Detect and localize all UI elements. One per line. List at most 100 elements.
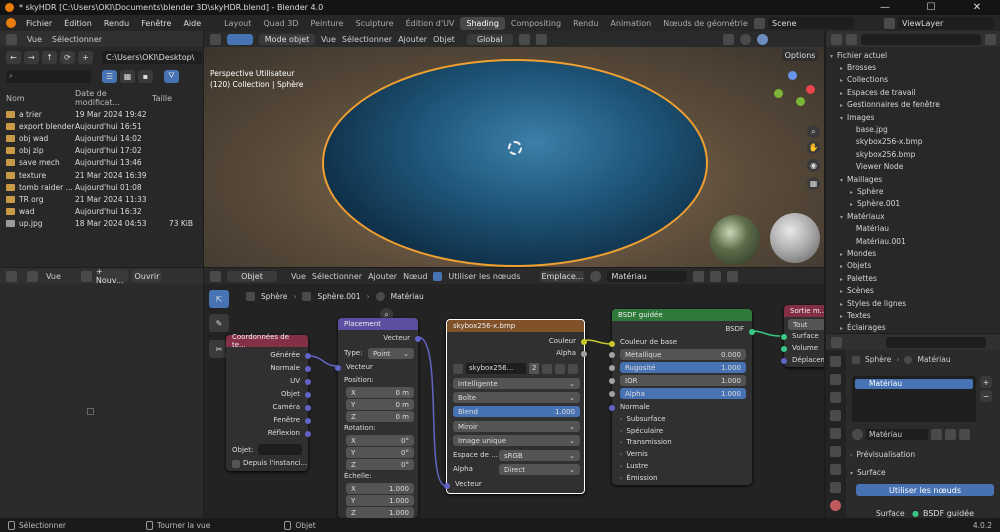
scene-tab-icon[interactable] <box>830 410 841 421</box>
file-row[interactable]: tomb raider ... Aujourd'hui 01:08 <box>0 181 203 193</box>
outliner-root[interactable]: ▾ Fichier actuel <box>830 51 887 60</box>
zoom-icon[interactable]: ⌕ <box>807 125 820 138</box>
new-image-button[interactable]: + Nouv... <box>95 267 128 285</box>
col-name[interactable]: Nom <box>6 94 75 103</box>
tab-animation[interactable]: Animation <box>604 17 657 30</box>
menu-edit[interactable]: Édition <box>64 19 92 28</box>
close-button[interactable]: ✕ <box>954 2 1000 13</box>
bsdf-input-socket[interactable] <box>609 352 615 358</box>
tc-from-instancer-checkbox[interactable] <box>232 460 240 468</box>
shading-solid-icon[interactable] <box>739 33 751 45</box>
outliner-item[interactable]: ▸ Brosses <box>840 63 876 72</box>
vp-menu-add[interactable]: Ajouter <box>398 35 427 44</box>
map-rot-z[interactable]: Z 0° <box>346 459 414 470</box>
display-list-button[interactable]: ☰ <box>102 69 117 83</box>
tab-sculpt[interactable]: Sculpture <box>349 17 399 30</box>
ie-menu-view[interactable]: Vue <box>46 272 61 281</box>
bsdf-field[interactable]: Alpha 1.000 <box>620 388 746 399</box>
bsdf-field[interactable]: Rugosité 1.000 <box>620 362 746 373</box>
bsdf-field[interactable]: IOR 1.000 <box>620 375 746 386</box>
file-row[interactable]: TR org 21 Mar 2024 11:33 <box>0 193 203 205</box>
node-principled-bsdf[interactable]: BSDF guidée BSDF Couleur de base Métalli… <box>609 309 755 485</box>
output-tab-icon[interactable] <box>830 392 841 403</box>
scene-icon[interactable] <box>754 17 765 29</box>
bsdf-subpanel[interactable]: › Subsurface <box>620 415 666 423</box>
outliner-search-field[interactable] <box>861 33 981 45</box>
path-field[interactable]: C:\Users\OKI\Desktop\ <box>102 50 202 64</box>
img-projection[interactable]: Boîte ⌄ <box>453 392 580 403</box>
outliner-item[interactable]: base.jpg <box>850 125 888 134</box>
outliner-item[interactable]: ▸ Collections <box>840 75 888 84</box>
outliner-item[interactable]: ▸ Gestionnaires de fenêtre <box>840 100 940 109</box>
select-mode-button[interactable] <box>227 33 253 45</box>
fb-menu-view[interactable]: Vue <box>27 35 42 44</box>
outliner-item[interactable]: ▸ Sphère <box>850 187 883 196</box>
editor-type-icon[interactable] <box>210 33 221 45</box>
fb-menu-select[interactable]: Sélectionner <box>52 35 102 44</box>
add-slot-button[interactable]: + <box>980 376 992 388</box>
menu-render[interactable]: Rendu <box>104 19 129 28</box>
refresh-button[interactable]: ⟳ <box>60 50 75 64</box>
tab-rendering[interactable]: Rendu <box>567 17 604 30</box>
options-button[interactable]: Options <box>782 49 818 61</box>
img-users-count[interactable]: 2 <box>529 363 540 374</box>
outliner-item[interactable]: ▾ Matériaux <box>840 212 885 221</box>
camera-icon[interactable]: ◉ <box>807 159 820 172</box>
node-editor[interactable]: Objet Vue Sélectionner Ajouter Nœud Util… <box>204 268 824 518</box>
outliner-item[interactable]: ▸ Textes <box>840 311 871 320</box>
file-row[interactable]: obj zip Aujourd'hui 17:02 <box>0 145 203 157</box>
scene-field[interactable]: Scene <box>768 17 854 29</box>
panel-preview[interactable]: › Prévisualisation <box>850 450 915 459</box>
tab-shading[interactable]: Shading <box>460 16 505 30</box>
img-image-field[interactable]: skybox256... <box>466 363 526 374</box>
editor-type-icon[interactable] <box>831 336 842 348</box>
menu-help[interactable]: Aide <box>183 19 201 28</box>
open-folder-icon[interactable] <box>555 363 566 374</box>
tool-tab-icon[interactable] <box>830 356 841 367</box>
tab-compositing[interactable]: Compositing <box>505 17 567 30</box>
output-target-dropdown[interactable]: Tout <box>788 319 824 330</box>
map-scale-z[interactable]: Z 1.000 <box>346 507 414 518</box>
unlink-icon[interactable] <box>568 363 579 374</box>
tab-geonodes[interactable]: Nœuds de géométrie <box>657 17 754 30</box>
viewlayer-icon[interactable] <box>884 17 895 29</box>
node-texture-coordinate[interactable]: Coordonnées de te... Générée Normale UV … <box>226 333 311 471</box>
outliner-item[interactable]: ▾ Images <box>840 113 874 122</box>
viewlayer-field[interactable]: ViewLayer <box>898 17 994 29</box>
vp-menu-select[interactable]: Sélectionner <box>342 35 392 44</box>
outliner-item[interactable]: ▾ Maillages <box>840 175 882 184</box>
object-tab-icon[interactable] <box>830 428 841 439</box>
tab-paint[interactable]: Peinture <box>304 17 349 30</box>
node-mapping[interactable]: Placement Vecteur Type: Point ⌄ Vecteur P… <box>335 318 421 518</box>
menu-file[interactable]: Fichier <box>26 19 52 28</box>
vp-menu-object[interactable]: Objet <box>433 35 455 44</box>
surface-shader-field[interactable]: ● BSDF guidée <box>908 507 994 518</box>
proportional-icon[interactable] <box>535 33 547 45</box>
bsdf-field[interactable]: Métallique 0.000 <box>620 349 746 360</box>
map-loc-y[interactable]: Y0 m <box>346 399 414 410</box>
outliner-item[interactable]: ▸ Scènes <box>840 286 874 295</box>
display-thumb-button[interactable]: ▦ <box>120 69 135 83</box>
file-row[interactable]: export blender Aujourd'hui 16:51 <box>0 120 203 132</box>
snap-icon[interactable] <box>518 33 530 45</box>
image-browse-icon[interactable] <box>453 363 463 374</box>
modifier-tab-icon[interactable] <box>830 446 841 457</box>
file-row[interactable]: wad Aujourd'hui 16:32 <box>0 206 203 218</box>
bsdf-input-socket[interactable] <box>609 391 615 397</box>
tab-layout[interactable]: Layout <box>218 17 257 30</box>
pan-hand-icon[interactable]: ✋ <box>807 141 820 154</box>
node-material-output[interactable]: Sortie m... Tout Surface Volume Déplacem… <box>781 305 824 367</box>
material-tab-icon[interactable] <box>830 500 841 511</box>
viewport-3d[interactable]: Mode objet Vue Sélectionner Ajouter Obje… <box>204 31 824 267</box>
outliner-item[interactable]: ▸ Styles de lignes <box>840 299 906 308</box>
transform-orientation[interactable]: Global <box>466 33 513 45</box>
bsdf-subpanel[interactable]: › Spéculaire <box>620 427 663 435</box>
remove-slot-button[interactable]: − <box>980 390 992 402</box>
bsdf-input-socket[interactable] <box>609 365 615 371</box>
bsdf-subpanel[interactable]: › Transmission <box>620 438 672 446</box>
img-alpha-mode[interactable]: Direct ⌄ <box>499 464 580 475</box>
outliner-item[interactable]: Viewer Node <box>850 162 903 171</box>
tab-quad3d[interactable]: Quad 3D <box>257 17 304 30</box>
file-row[interactable]: save mech Aujourd'hui 13:46 <box>0 157 203 169</box>
outliner-item[interactable]: ▸ Objets <box>840 261 871 270</box>
